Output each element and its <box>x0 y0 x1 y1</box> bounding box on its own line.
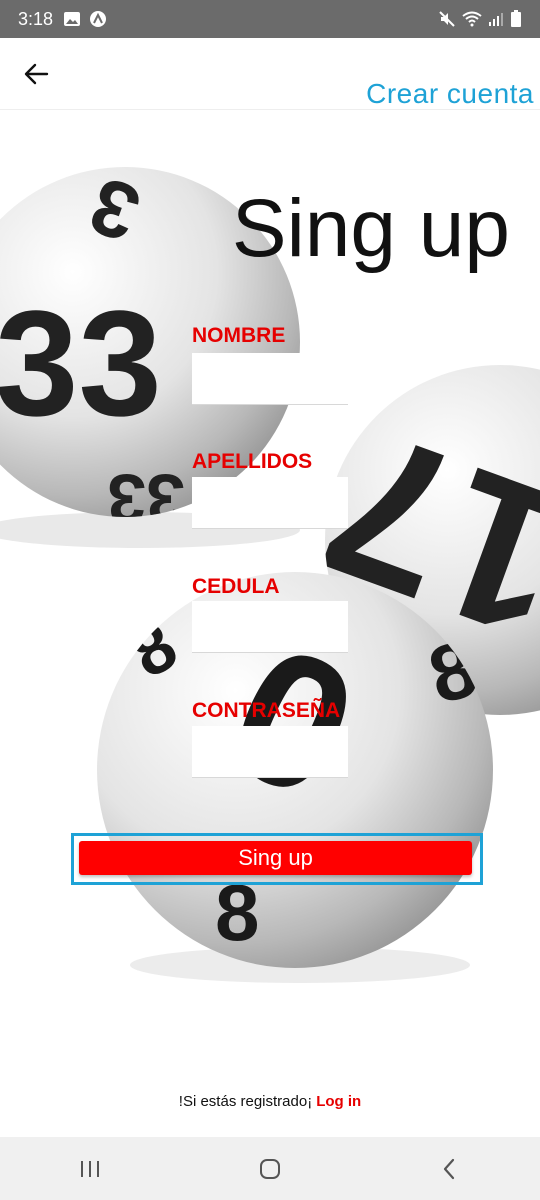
login-link[interactable]: Log in <box>316 1093 361 1110</box>
signup-button[interactable]: Sing up <box>79 841 472 875</box>
contrasena-label: CONTRASEÑA <box>192 699 341 722</box>
mute-icon <box>438 10 456 28</box>
app-bar: Crear cuenta <box>0 38 540 110</box>
ball-number-33: 33 <box>0 279 162 447</box>
wifi-icon <box>462 11 482 27</box>
recents-button[interactable] <box>60 1144 120 1194</box>
apellidos-label: APELLIDOS <box>192 450 313 473</box>
arrow-left-icon <box>24 63 49 85</box>
status-left-icons <box>63 10 107 28</box>
status-bar: 3:18 <box>0 0 540 38</box>
gallery-icon <box>63 11 81 27</box>
home-icon <box>260 1158 280 1179</box>
app-notification-icon <box>89 10 107 28</box>
chevron-left-icon <box>443 1158 455 1179</box>
nombre-label: NOMBRE <box>192 324 286 347</box>
signal-icon <box>488 11 504 27</box>
login-prompt-row: !Si estás registrado¡ Log in <box>0 1093 540 1110</box>
cedula-label: CEDULA <box>192 575 280 598</box>
home-button[interactable] <box>240 1144 300 1194</box>
nombre-input[interactable] <box>192 353 348 405</box>
status-time: 3:18 <box>18 8 54 29</box>
back-button[interactable] <box>16 54 56 94</box>
status-right-icons <box>438 10 522 28</box>
recents-icon <box>81 1160 99 1177</box>
apellidos-input[interactable] <box>192 477 348 529</box>
signup-screen: 3 33 33 17 8 0 8 8 Sing up NOMBRE APELLI… <box>0 110 540 1137</box>
login-prompt-text: !Si estás registrado¡ <box>178 1093 313 1110</box>
system-nav-bar <box>0 1137 540 1200</box>
app-title: Crear cuenta <box>366 78 534 109</box>
system-back-button[interactable] <box>420 1144 480 1194</box>
battery-icon <box>510 10 522 28</box>
cedula-input[interactable] <box>192 601 348 653</box>
contrasena-input[interactable] <box>192 726 348 778</box>
page-title: Sing up <box>231 183 510 274</box>
